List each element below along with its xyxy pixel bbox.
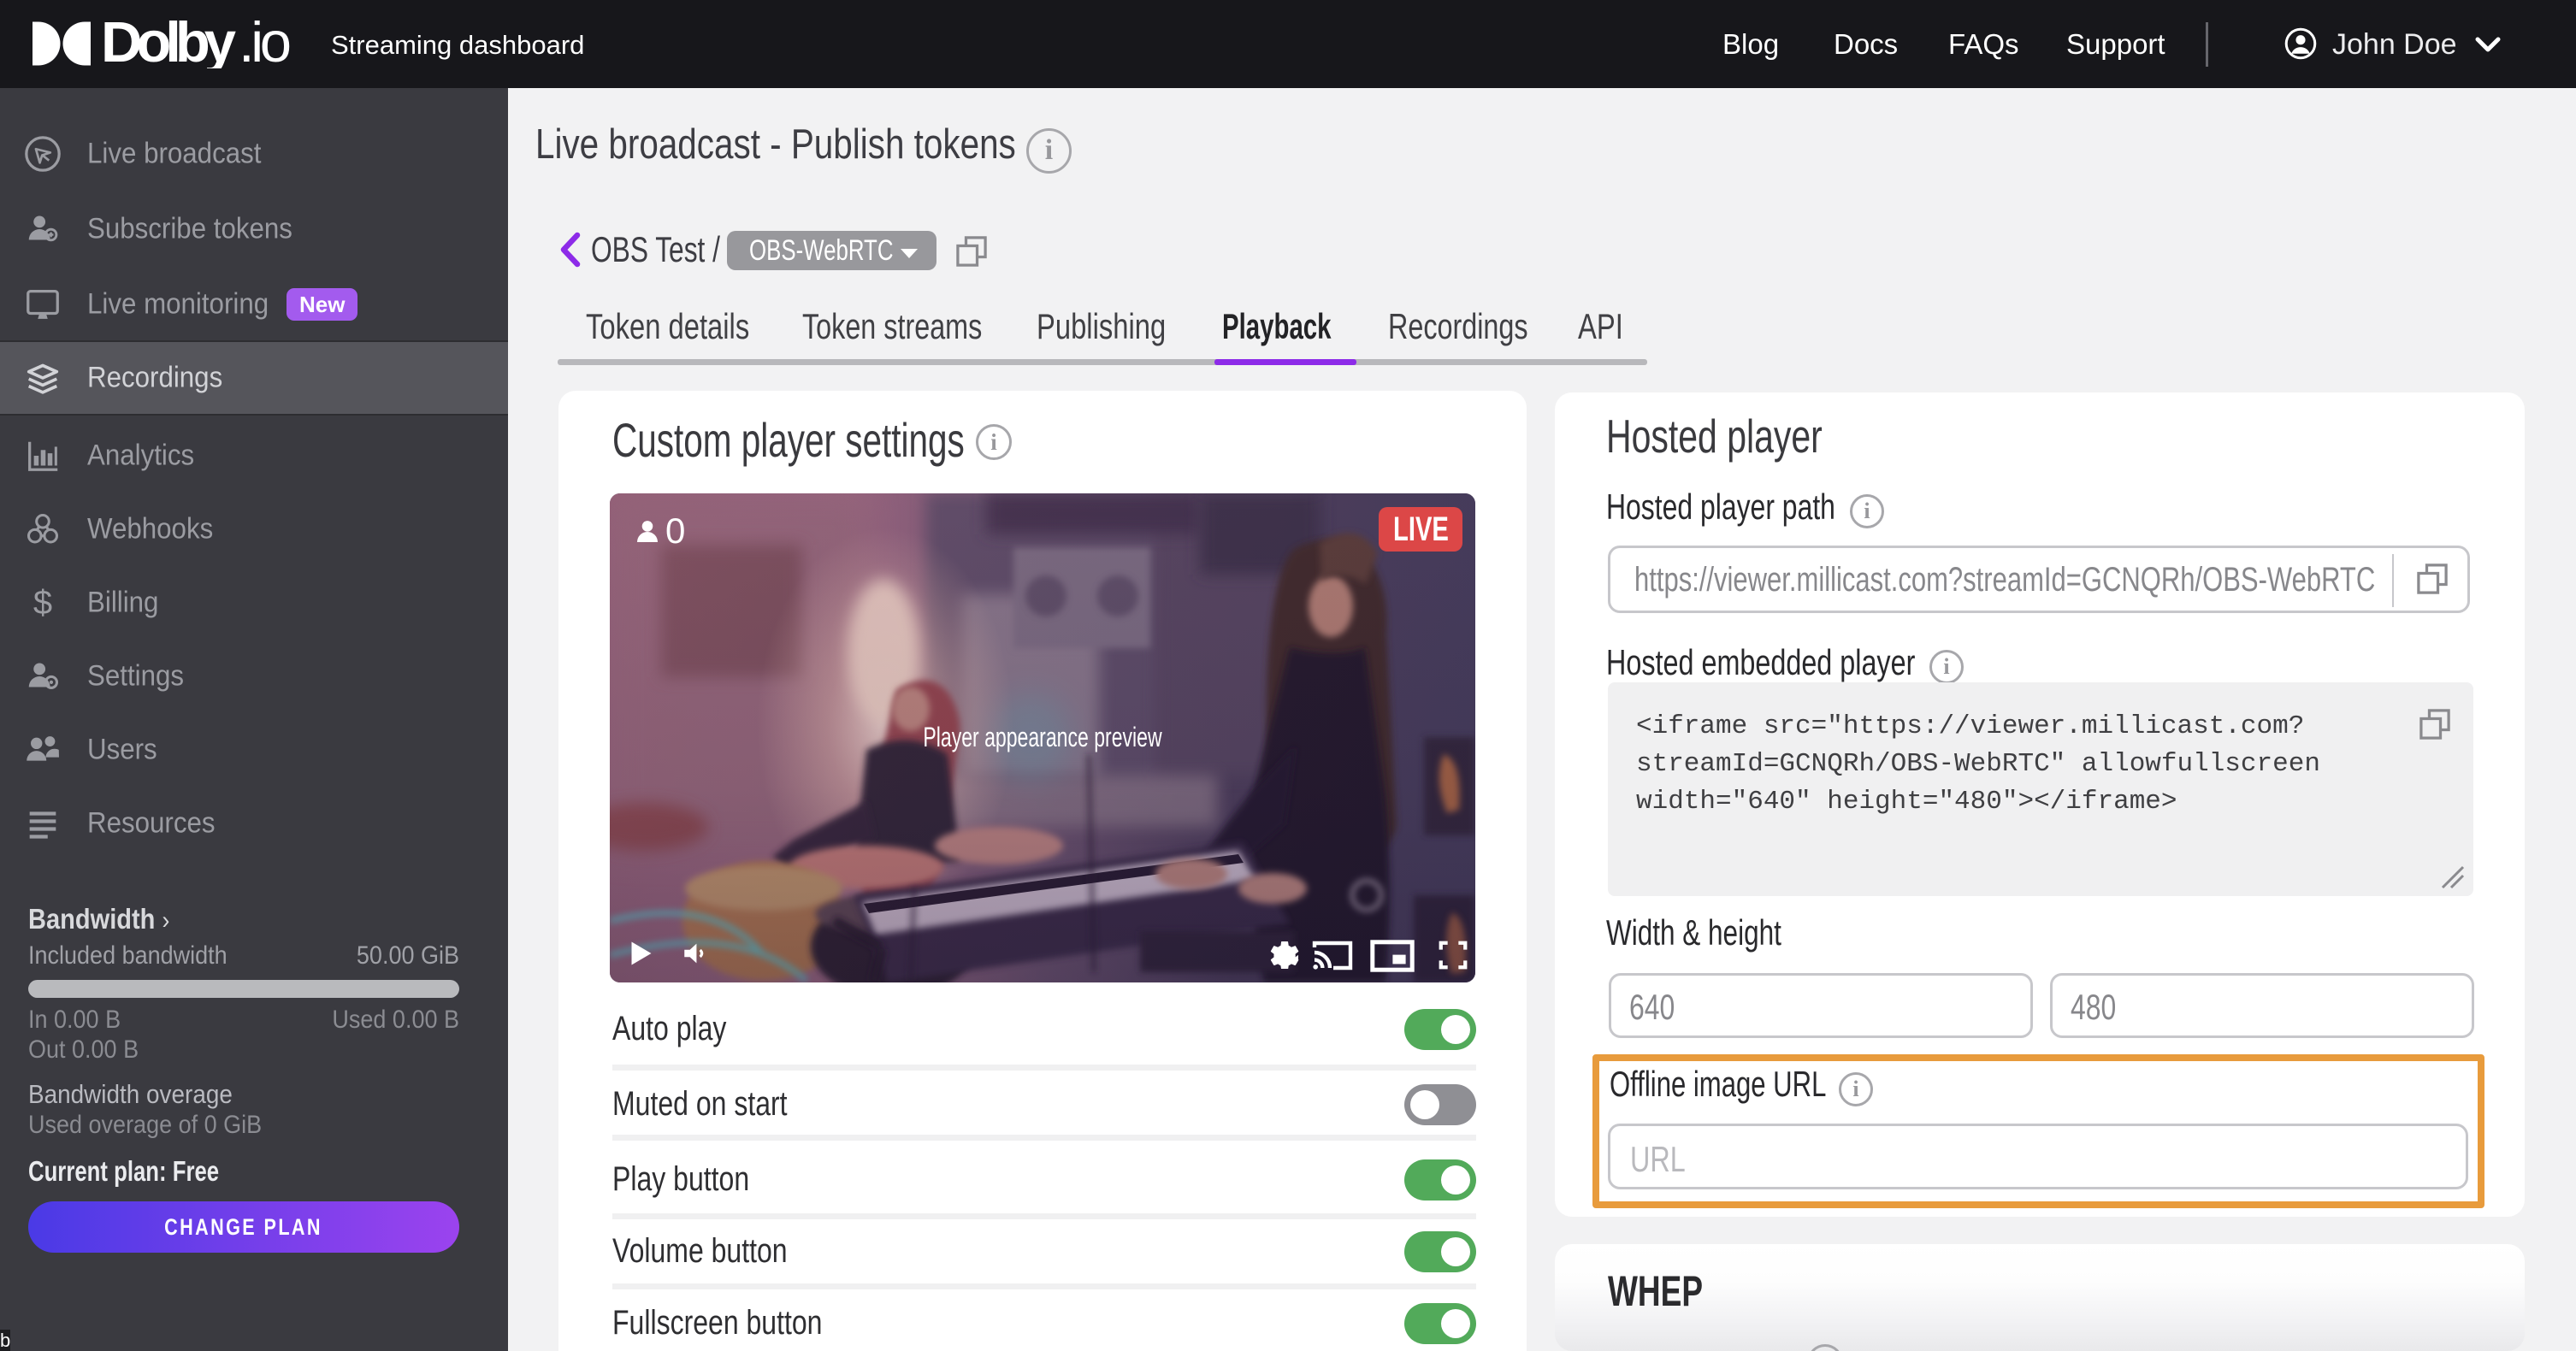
svg-text:.io: .io xyxy=(239,21,292,68)
svg-text:Dolby: Dolby xyxy=(101,21,236,68)
